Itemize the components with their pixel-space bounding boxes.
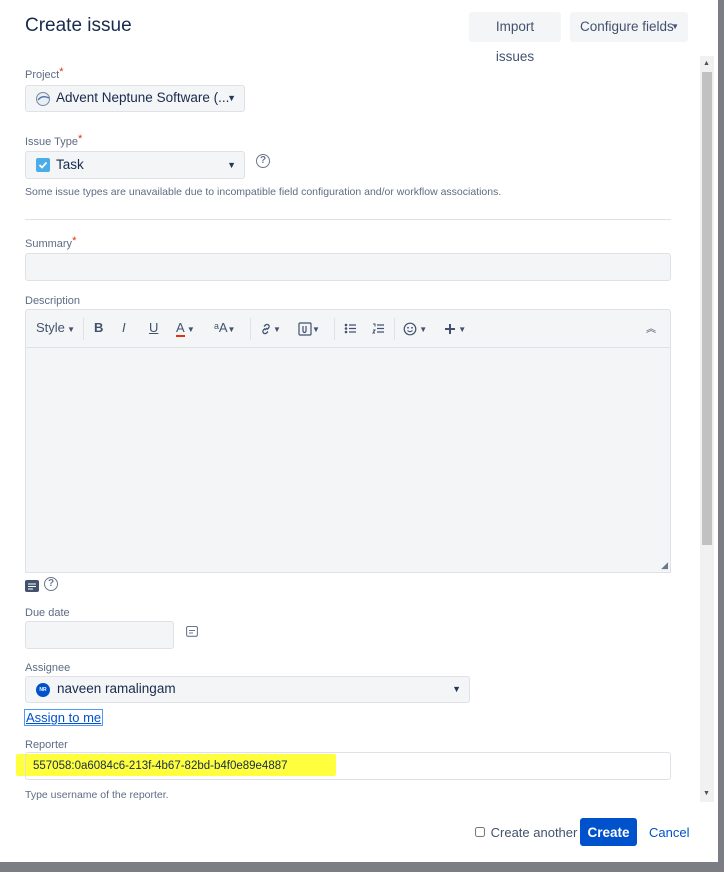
- chevron-down-icon: ▼: [184, 325, 195, 334]
- required-mark: *: [78, 133, 83, 145]
- chevron-down-icon: ▼: [64, 325, 76, 334]
- avatar: NR: [36, 683, 50, 697]
- numbered-list-button[interactable]: [372, 320, 385, 335]
- chevron-down-icon: ▼: [452, 684, 461, 694]
- reporter-label: Reporter: [25, 739, 68, 751]
- resize-handle-icon[interactable]: ◢: [661, 560, 668, 571]
- chevron-down-icon: ▼: [227, 160, 236, 170]
- text-color-button[interactable]: A ▼: [176, 320, 195, 337]
- style-dropdown-label: Style: [36, 320, 65, 335]
- emoji-button[interactable]: ▼: [403, 320, 427, 336]
- issue-type-note: Some issue types are unavailable due to …: [25, 186, 502, 198]
- chevron-down-icon: ▼: [273, 325, 281, 334]
- assign-to-me-link[interactable]: Assign to me: [24, 709, 104, 726]
- project-select[interactable]: Advent Neptune Software (... ▼: [25, 85, 245, 112]
- create-another-label: Create another: [490, 825, 578, 840]
- issue-type-select-value: Task: [56, 157, 84, 172]
- section-divider: [25, 219, 671, 220]
- attachment-icon: [298, 321, 312, 336]
- insert-more-button[interactable]: ▼: [444, 320, 466, 335]
- text-size-button[interactable]: ᵃA▼: [214, 320, 235, 335]
- text-color-glyph: A: [176, 320, 185, 337]
- create-another-checkbox[interactable]: [475, 827, 485, 837]
- project-label-text: Project: [25, 69, 60, 81]
- chevron-down-icon: ▼: [227, 93, 236, 103]
- configure-fields-button[interactable]: Configure fields ▼: [570, 12, 688, 42]
- project-avatar-icon: [36, 92, 50, 106]
- link-icon: [262, 323, 270, 334]
- emoji-icon: [403, 322, 417, 335]
- summary-label: Summary*: [25, 235, 77, 250]
- underline-button[interactable]: U: [149, 320, 158, 335]
- style-dropdown[interactable]: Style ▼: [36, 320, 75, 335]
- bullet-list-button[interactable]: [344, 320, 357, 335]
- text-size-glyph: ᵃA: [214, 320, 228, 335]
- issue-type-label: Issue Type*: [25, 133, 83, 148]
- scroll-up-arrow-icon[interactable]: ▲: [703, 60, 710, 67]
- project-label: Project*: [25, 66, 64, 81]
- reporter-input[interactable]: 557058:0a6084c6-213f-4b67-82bd-b4f0e89e4…: [25, 752, 671, 780]
- chevron-down-icon: ▼: [456, 325, 467, 334]
- numbered-list-icon: [372, 323, 384, 334]
- chevron-down-icon: ▼: [671, 22, 679, 31]
- required-mark: *: [72, 235, 77, 247]
- attachment-button[interactable]: ▼: [298, 320, 320, 336]
- reporter-note: Type username of the reporter.: [25, 789, 169, 801]
- due-date-label: Due date: [25, 607, 70, 619]
- issue-type-select[interactable]: Task ▼: [25, 151, 245, 179]
- assignee-label: Assignee: [25, 662, 71, 674]
- project-select-value: Advent Neptune Software (...: [56, 90, 230, 105]
- bold-button[interactable]: B: [94, 320, 103, 335]
- toolbar-separator: [334, 318, 335, 340]
- create-button[interactable]: Create: [580, 818, 637, 846]
- chevron-down-icon: ▼: [227, 325, 236, 334]
- assignee-select-value: naveen ramalingam: [57, 681, 176, 696]
- toolbar-separator: [250, 318, 251, 340]
- task-checkbox-icon: [36, 158, 50, 172]
- link-button[interactable]: ▼: [259, 320, 281, 336]
- scrollbar-thumb[interactable]: [702, 72, 712, 545]
- description-editor[interactable]: ◢: [25, 348, 671, 573]
- description-toolbar: Style ▼ B I U A ▼ ᵃA▼ ▼ ▼ ▼ ▼ ︽: [25, 309, 671, 348]
- assignee-select[interactable]: NR naveen ramalingam ▼: [25, 676, 470, 703]
- toolbar-separator: [83, 318, 84, 340]
- text-mode-icon[interactable]: [25, 580, 39, 592]
- help-icon[interactable]: ?: [256, 154, 270, 168]
- due-date-input[interactable]: [25, 621, 174, 649]
- collapse-icon[interactable]: ︽: [646, 320, 656, 335]
- toolbar-separator: [394, 318, 395, 340]
- import-issues-button[interactable]: Import issues: [469, 12, 561, 64]
- reporter-input-value: 557058:0a6084c6-213f-4b67-82bd-b4f0e89e4…: [33, 760, 288, 772]
- plus-icon: [445, 323, 455, 334]
- bullet-list-icon: [344, 323, 356, 334]
- chevron-down-icon: ▼: [417, 325, 428, 334]
- summary-input[interactable]: [25, 253, 671, 281]
- create-another-control[interactable]: Create another: [475, 825, 577, 840]
- configure-fields-label: Configure fields: [580, 19, 674, 34]
- create-issue-dialog: Create issue Import issues Configure fie…: [0, 0, 718, 862]
- description-label: Description: [25, 295, 81, 307]
- dialog-title: Create issue: [25, 15, 132, 36]
- chevron-down-icon: ▼: [312, 325, 320, 334]
- italic-button[interactable]: I: [122, 320, 126, 335]
- required-mark: *: [59, 66, 64, 78]
- cancel-link[interactable]: Cancel: [649, 825, 689, 840]
- scroll-down-arrow-icon[interactable]: ▼: [703, 790, 710, 797]
- summary-label-text: Summary: [25, 238, 73, 250]
- help-icon[interactable]: ?: [44, 577, 58, 591]
- issue-type-label-text: Issue Type: [25, 136, 78, 148]
- calendar-icon[interactable]: [186, 625, 198, 637]
